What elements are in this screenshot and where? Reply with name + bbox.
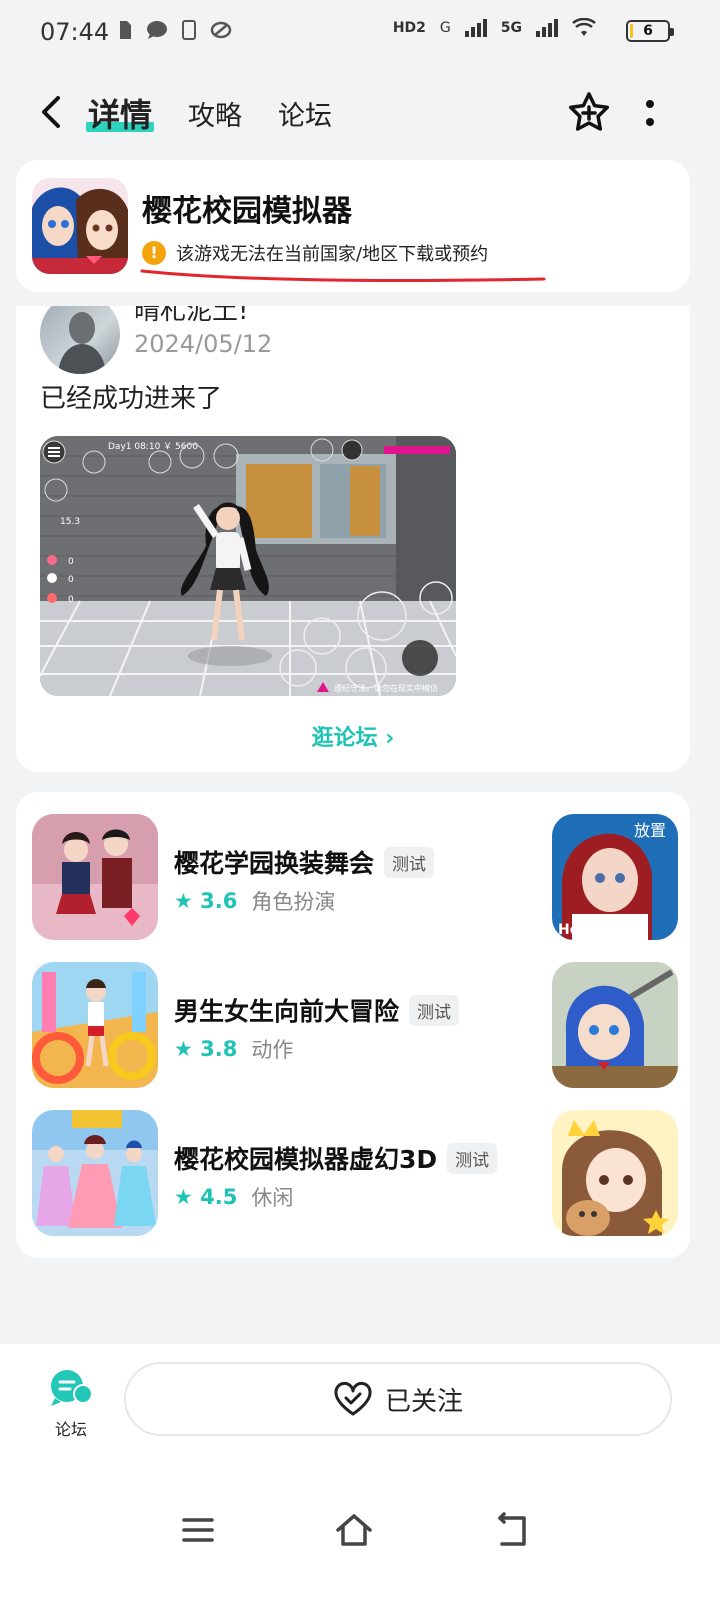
info-icon: ! [142,241,166,265]
game-icon [32,178,128,274]
post-date: 2024/05/12 [134,330,273,358]
rec-title: 男生女生向前大冒险 [174,997,400,1026]
battery-level: 6 [643,23,653,39]
hud-warning: 遵纪守法，请勿在现实中模仿 [334,683,438,693]
region-notice: ! 该游戏无法在当前国家/地区下载或预约 [142,240,488,266]
forum-tab[interactable]: 论坛 [44,1368,98,1440]
notification-icons [118,20,232,40]
genre: 动作 [251,1038,294,1062]
test-tag: 测试 [409,994,460,1026]
status-bar: 07:44 HD2 G 5G 6 [0,0,720,66]
rating: ★ 3.8 [174,1037,238,1061]
sim-icon [120,21,131,39]
tab-guides[interactable]: 攻略 [188,94,242,133]
status-time: 07:44 [40,18,110,46]
svg-text:0: 0 [68,595,74,605]
tab-forum[interactable]: 论坛 [278,94,332,133]
rating: ★ 4.5 [174,1185,238,1209]
rec-title: 樱花校园模拟器虚幻3D [174,1145,438,1174]
wifi-icon [572,18,596,36]
genre: 角色扮演 [251,890,336,914]
post-text[interactable]: 已经成功进来了 [40,378,222,415]
forum-post-card: 晴札泥土! 2024/05/12 已经成功进来了 Day1 08:10 ￥ 56… [16,306,690,772]
hud-level: 15.3 [60,517,80,527]
homie-girl-label: Homie Girl [558,922,641,938]
post-screenshot[interactable]: Day1 08:10 ￥ 5600 15.3 0 0 0 遵纪守法，请勿在现实中… [40,436,456,696]
top-nav: 详情 攻略 论坛 [0,70,720,154]
game-title: 樱花校园模拟器 [142,194,352,229]
battery-icon: 6 [626,20,674,42]
signal-icon [464,19,487,37]
phone-icon [182,20,196,40]
recommendations-card: 樱花学园换装舞会 测试 ★ 3.6 角色扮演 Homie Girl 放置 男生女… [16,792,690,1258]
list-item[interactable]: 樱花校园模拟器虚幻3D 测试 ★ 4.5 休闲 [16,1110,690,1236]
chat-bubble-icon [51,1370,93,1406]
rating: ★ 3.6 [174,889,238,913]
side-ad-icon[interactable] [552,962,678,1088]
list-item[interactable]: 男生女生向前大冒险 测试 ★ 3.8 动作 [16,962,690,1088]
forum-tab-label: 论坛 [54,1420,87,1439]
test-tag: 测试 [384,846,435,878]
follow-button-label: 已关注 [384,1386,463,1417]
g-label: G [439,20,451,36]
follow-button[interactable]: 已关注 [124,1362,672,1436]
back-icon[interactable] [492,1510,532,1550]
list-item[interactable]: 樱花学园换装舞会 测试 ★ 3.6 角色扮演 Homie Girl 放置 [16,814,690,940]
message-icon [147,21,167,39]
home-icon[interactable] [334,1510,374,1550]
heart-check-icon [334,1382,372,1416]
game-icon [32,814,158,940]
svg-text:0: 0 [68,557,74,567]
svg-text:0: 0 [68,575,74,585]
region-notice-text: 该游戏无法在当前国家/地区下载或预约 [176,244,489,265]
post-author[interactable]: 晴札泥土! [134,306,248,327]
side-ad-icon[interactable] [552,1110,678,1236]
rec-title: 樱花学园换装舞会 [174,849,375,878]
test-tag: 测试 [447,1142,498,1174]
system-navigation-bar [0,1472,720,1600]
corner-label: 放置 [634,821,666,840]
game-icon [32,1110,158,1236]
tab-details[interactable]: 详情 [88,90,152,136]
menu-icon[interactable] [178,1510,218,1550]
bottom-action-bar: 论坛 已关注 [0,1344,720,1472]
more-vertical-icon[interactable] [638,94,662,134]
hd-label: HD2 [392,20,426,36]
chevron-left-icon[interactable] [30,90,74,134]
5g-label: 5G [500,20,522,36]
game-icon [32,962,158,1088]
signal-icons: HD2 G 5G [393,18,596,38]
link-icon [210,21,232,39]
visit-forum-link[interactable]: 逛论坛 › [16,720,690,752]
annotation-underline [140,269,546,283]
star-plus-icon[interactable] [566,90,612,136]
signal-icon-2 [536,19,558,37]
side-ad-icon[interactable]: Homie Girl 放置 [552,814,678,940]
genre: 休闲 [251,1186,294,1210]
avatar[interactable] [40,306,120,374]
